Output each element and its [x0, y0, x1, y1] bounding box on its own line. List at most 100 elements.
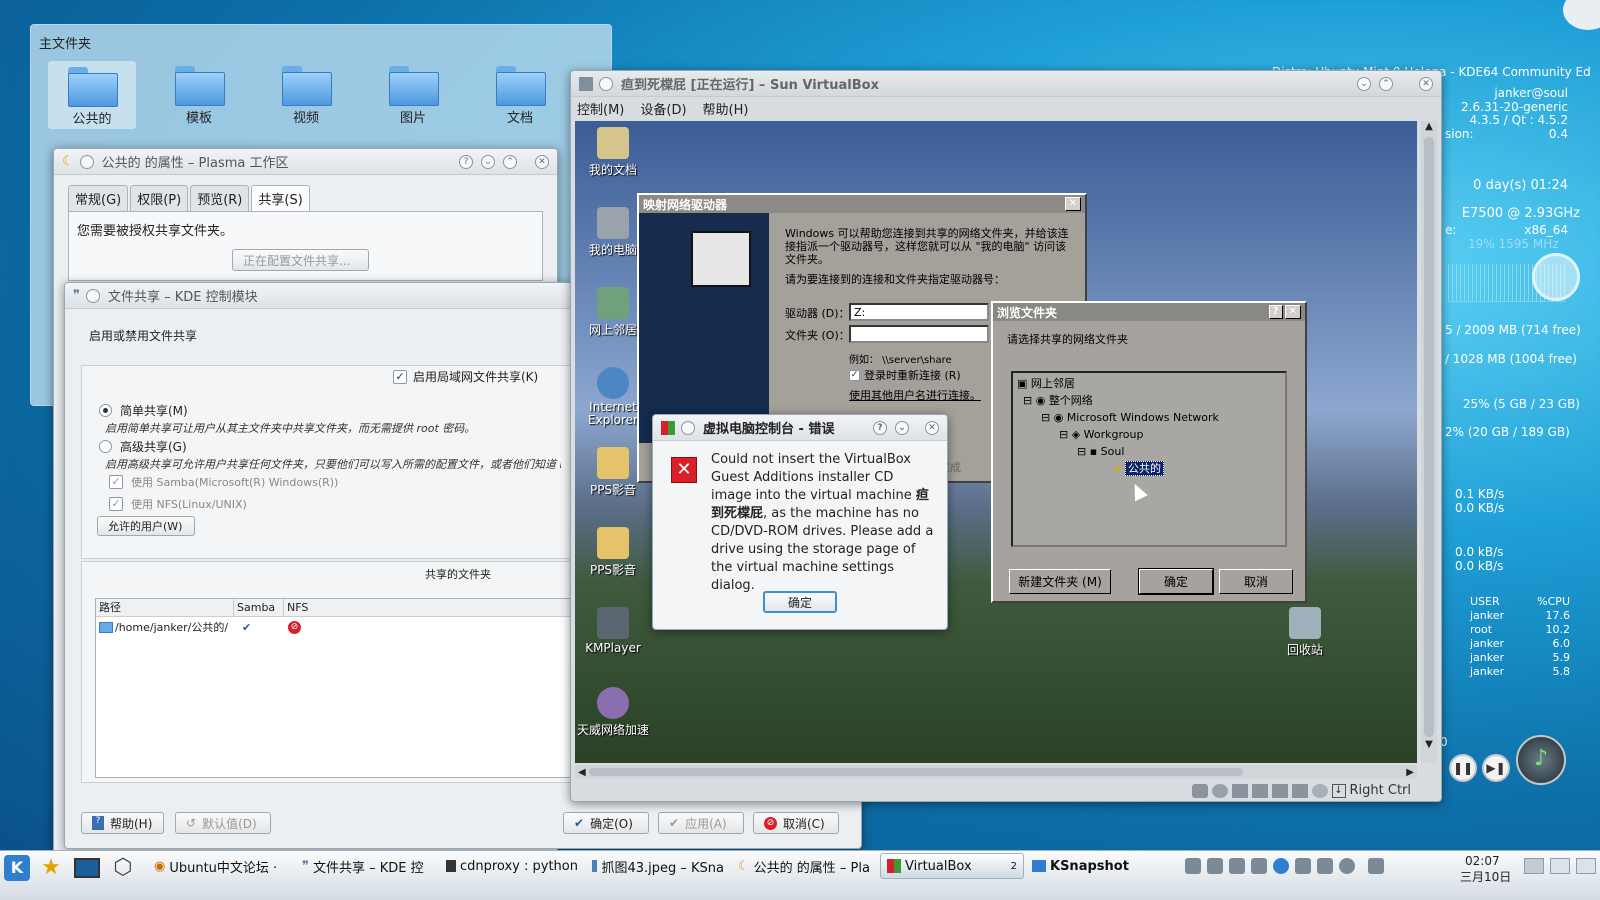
network-icon[interactable] — [1231, 783, 1248, 798]
tree-item-entire-network[interactable]: ⊟ ◉ 整个网络 — [1017, 392, 1281, 409]
folder-input[interactable] — [849, 325, 989, 343]
task-ksnapshot-image[interactable]: 抓图43.jpeg – KSna — [586, 853, 730, 879]
column-header-path[interactable]: 路径 — [96, 599, 234, 616]
scroll-up-icon[interactable]: ▲ — [1421, 121, 1437, 135]
task-terminal[interactable]: cdnproxy : python — [440, 853, 584, 879]
desktop-icon[interactable] — [74, 858, 100, 878]
updates-icon[interactable] — [1317, 858, 1333, 874]
tab-permissions[interactable]: 权限(P) — [130, 185, 189, 211]
maximize-button[interactable]: ⌃ — [503, 154, 517, 169]
folder-tree[interactable]: ▣ 网上邻居 ⊟ ◉ 整个网络 ⊟ ◉ Microsoft Windows Ne… — [1011, 371, 1287, 547]
calendar-icon[interactable] — [1368, 858, 1384, 874]
folder-item-videos[interactable]: 视频 — [261, 60, 351, 130]
scroll-left-icon[interactable]: ◀ — [575, 767, 589, 778]
other-user-link[interactable]: 使用其他用户名进行连接。 — [849, 387, 981, 403]
menu-help[interactable]: 帮助(H) — [703, 99, 749, 118]
help-button[interactable]: ? — [873, 420, 887, 435]
drive-select[interactable]: Z: — [849, 303, 989, 321]
configure-sharing-button[interactable]: 正在配置文件共享... — [232, 249, 369, 271]
minimize-button[interactable]: ⌄ — [481, 154, 495, 169]
pager-desktop-2[interactable] — [1550, 858, 1570, 874]
maximize-button[interactable]: ⌃ — [1379, 76, 1393, 91]
guest-icon-accelerator[interactable]: 天威网络加速 — [575, 687, 651, 738]
pause-button[interactable]: ❚❚ — [1449, 754, 1477, 782]
horizontal-scrollbar[interactable]: ◀ ▶ — [575, 765, 1417, 779]
tab-general[interactable]: 常规(G) — [68, 185, 129, 211]
task-ubuntu-forum[interactable]: ◉ Ubuntu中文论坛 · — [148, 853, 294, 879]
apply-button[interactable]: ✔ 应用(A) — [658, 812, 744, 834]
info-icon[interactable] — [1339, 858, 1355, 874]
pin-button[interactable] — [79, 154, 94, 169]
disk-icon[interactable] — [1191, 783, 1208, 798]
task-properties[interactable]: ☾ 公共的 的属性 – Pla — [732, 853, 878, 879]
close-button[interactable]: ✕ — [1419, 76, 1433, 91]
browse-cancel-button[interactable]: 取消 — [1219, 569, 1293, 594]
close-button[interactable]: ✕ — [925, 420, 939, 435]
error-ok-button[interactable]: 确定 — [763, 591, 837, 613]
tree-item-network[interactable]: ▣ 网上邻居 — [1017, 375, 1281, 392]
pin-button[interactable] — [86, 288, 100, 303]
menu-control[interactable]: 控制(M) — [577, 99, 624, 118]
guest-icon-recycle-bin[interactable]: 回收站 — [1267, 607, 1343, 658]
menu-devices[interactable]: 设备(D) — [640, 99, 686, 118]
virtualization-icon[interactable] — [1291, 783, 1308, 798]
clock-date[interactable]: 三月10日 — [1460, 868, 1511, 885]
tree-item-soul[interactable]: ⊟ ▪ Soul — [1017, 443, 1281, 460]
help-button[interactable]: ? — [1268, 305, 1283, 319]
column-header-nfs[interactable]: NFS — [284, 599, 344, 616]
samba-checkbox[interactable]: ✓ — [109, 475, 123, 489]
pin-button[interactable] — [681, 420, 695, 435]
simple-sharing-radio[interactable] — [99, 404, 112, 417]
shared-folder-icon[interactable] — [1271, 783, 1288, 798]
cancel-button[interactable]: ⊘ 取消(C) — [753, 812, 839, 834]
music-player-icon[interactable]: ♪ — [1516, 735, 1566, 785]
help-button[interactable]: ? — [459, 154, 473, 169]
guest-icon-pps2[interactable]: PPS影音 — [575, 527, 651, 578]
vertical-scrollbar[interactable]: ▲ ▼ — [1421, 121, 1437, 763]
pager-icon[interactable] — [1524, 858, 1544, 874]
favorites-icon[interactable]: ★ — [38, 855, 64, 881]
horizontal-scroll-thumb[interactable] — [588, 768, 1244, 776]
task-virtualbox[interactable]: VirtualBox 2 — [880, 853, 1024, 879]
messenger-icon[interactable] — [1273, 858, 1289, 874]
clock-time[interactable]: 02:07 — [1465, 854, 1500, 868]
nfs-checkbox[interactable]: ✓ — [109, 497, 123, 511]
close-button[interactable]: ✕ — [1284, 305, 1301, 319]
mouse-integration-icon[interactable] — [1311, 783, 1328, 798]
close-button[interactable]: ✕ — [1064, 197, 1081, 211]
network-manager-icon[interactable] — [1185, 858, 1201, 874]
ok-button[interactable]: ✔ 确定(O) — [563, 812, 649, 834]
display-icon[interactable] — [1229, 858, 1245, 874]
new-folder-button[interactable]: 新建文件夹 (M) — [1009, 569, 1111, 594]
guest-icon-kmplayer[interactable]: KMPlayer — [575, 607, 651, 655]
advanced-sharing-radio[interactable] — [99, 440, 112, 453]
allowed-users-button[interactable]: 允许的用户(W) — [97, 516, 195, 536]
cube-icon[interactable]: ⬡ — [110, 855, 136, 881]
minimize-button[interactable]: ⌄ — [1357, 76, 1371, 91]
usb-icon[interactable] — [1251, 783, 1268, 798]
task-file-sharing[interactable]: ❞ 文件共享 – KDE 控 — [296, 853, 438, 879]
clipboard-icon[interactable] — [1295, 858, 1311, 874]
browse-ok-button[interactable]: 确定 — [1138, 568, 1214, 595]
lock-icon[interactable] — [1251, 858, 1267, 874]
guest-icon-my-documents[interactable]: 我的文档 — [575, 127, 651, 178]
folder-item-public[interactable]: 公共的 — [47, 60, 137, 130]
folder-item-pictures[interactable]: 图片 — [368, 60, 458, 130]
show-desktop-icon[interactable] — [1576, 858, 1596, 874]
minimize-button[interactable]: ⌄ — [895, 420, 909, 435]
reconnect-checkbox[interactable]: ✓ — [849, 369, 860, 381]
column-header-samba[interactable]: Samba — [234, 599, 284, 616]
volume-icon[interactable] — [1207, 858, 1223, 874]
scroll-down-icon[interactable]: ▼ — [1421, 739, 1437, 753]
defaults-button[interactable]: ↺ 默认值(D) — [175, 812, 271, 834]
cdrom-icon[interactable] — [1211, 783, 1228, 798]
corner-widget[interactable] — [1563, 0, 1600, 30]
scroll-right-icon[interactable]: ▶ — [1403, 767, 1417, 778]
tab-preview[interactable]: 预览(R) — [190, 185, 250, 211]
tree-item-public[interactable]: ▰ 公共的 — [1017, 460, 1281, 477]
help-dialog-button[interactable]: ? 帮助(H) — [81, 812, 164, 834]
tab-share[interactable]: 共享(S) — [251, 185, 310, 211]
folder-item-documents[interactable]: 文档 — [475, 60, 565, 130]
tree-item-windows-network[interactable]: ⊟ ◉ Microsoft Windows Network — [1017, 409, 1281, 426]
pin-button[interactable] — [599, 76, 613, 91]
